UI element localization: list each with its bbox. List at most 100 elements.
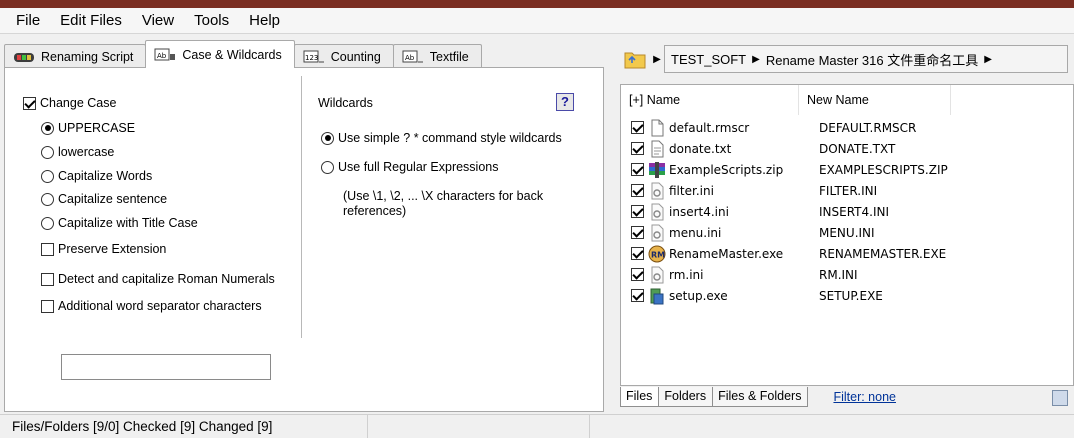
title-bar xyxy=(0,0,1074,8)
tab-folders[interactable]: Folders xyxy=(658,387,714,407)
roman-numerals-option[interactable]: Detect and capitalize Roman Numerals xyxy=(41,272,275,286)
column-name-header[interactable]: [+] Name xyxy=(621,85,799,115)
file-checkbox[interactable] xyxy=(631,142,644,155)
title-case-option[interactable]: Capitalize with Title Case xyxy=(41,216,198,230)
tab-case-wildcards[interactable]: Ab Case & Wildcards xyxy=(145,40,295,68)
file-row[interactable]: setup.exe SETUP.EXE xyxy=(621,285,1073,306)
change-case-checkbox[interactable] xyxy=(23,96,36,110)
file-name: menu.ini xyxy=(669,225,722,240)
status-text: Files/Folders [9/0] Checked [9] Changed … xyxy=(0,414,368,438)
tab-label: Case & Wildcards xyxy=(182,47,282,62)
lowercase-radio[interactable] xyxy=(41,145,54,159)
file-checkbox[interactable] xyxy=(631,289,644,302)
file-row[interactable]: ExampleScripts.zip EXAMPLESCRIPTS.ZIP xyxy=(621,159,1073,180)
textfile-icon: Ab xyxy=(402,50,424,64)
simple-wildcards-option[interactable]: Use simple ? * command style wildcards xyxy=(321,131,562,145)
simple-wildcards-radio[interactable] xyxy=(321,131,334,145)
regex-option[interactable]: Use full Regular Expressions xyxy=(321,160,499,174)
file-row[interactable]: filter.ini FILTER.INI xyxy=(621,180,1073,201)
tab-files-and-folders[interactable]: Files & Folders xyxy=(712,387,809,407)
simple-wildcards-label: Use simple ? * command style wildcards xyxy=(338,131,562,145)
preserve-extension-checkbox[interactable] xyxy=(41,242,54,256)
preserve-extension-label: Preserve Extension xyxy=(58,242,167,256)
file-name: rm.ini xyxy=(669,267,704,282)
file-row[interactable]: insert4.ini INSERT4.INI xyxy=(621,201,1073,222)
case-wildcards-panel: Change Case UPPERCASE lowercase Capitali… xyxy=(4,67,604,412)
menu-help[interactable]: Help xyxy=(239,9,290,33)
change-case-option[interactable]: Change Case xyxy=(23,96,116,110)
column-new-name-header[interactable]: New Name xyxy=(799,85,951,115)
file-checkbox[interactable] xyxy=(631,226,644,239)
list-header: [+] Name New Name xyxy=(621,85,1073,115)
file-checkbox[interactable] xyxy=(631,163,644,176)
file-name: setup.exe xyxy=(669,288,728,303)
file-row[interactable]: donate.txt DONATE.TXT xyxy=(621,138,1073,159)
capitalize-sentence-option[interactable]: Capitalize sentence xyxy=(41,192,167,206)
word-separator-label: Additional word separator characters xyxy=(58,299,262,313)
filter-link[interactable]: Filter: none xyxy=(833,390,896,404)
file-name: insert4.ini xyxy=(669,204,729,219)
word-separator-input[interactable] xyxy=(61,354,271,380)
tab-counting[interactable]: 123 Counting xyxy=(293,44,394,68)
menu-file[interactable]: File xyxy=(6,9,50,33)
file-new-name: RM.INI xyxy=(819,267,858,282)
folder-up-icon[interactable] xyxy=(620,46,650,72)
file-rows: default.rmscr DEFAULT.RMSCR donate.txt DONA… xyxy=(621,117,1073,306)
file-new-name: DEFAULT.RMSCR xyxy=(819,120,917,135)
capitalize-words-option[interactable]: Capitalize Words xyxy=(41,169,152,183)
uppercase-label: UPPERCASE xyxy=(58,121,136,135)
uppercase-radio[interactable] xyxy=(41,121,54,135)
tab-files[interactable]: Files xyxy=(620,387,660,407)
preserve-extension-option[interactable]: Preserve Extension xyxy=(41,242,166,256)
file-checkbox[interactable] xyxy=(631,205,644,218)
tab-label: Textfile xyxy=(429,49,469,64)
file-name: default.rmscr xyxy=(669,120,750,135)
address-arrow-icon[interactable]: ▶ xyxy=(650,54,664,65)
settings-file-icon xyxy=(648,182,666,200)
menu-edit-files[interactable]: Edit Files xyxy=(50,9,132,33)
file-name: donate.txt xyxy=(669,141,732,156)
file-row[interactable]: menu.ini MENU.INI xyxy=(621,222,1073,243)
tab-label: Counting xyxy=(330,49,381,64)
capitalize-sentence-radio[interactable] xyxy=(41,192,54,206)
menu-bar: File Edit Files View Tools Help xyxy=(0,8,1074,34)
help-button[interactable]: ? xyxy=(556,93,574,111)
uppercase-option[interactable]: UPPERCASE xyxy=(41,121,135,135)
address-bar[interactable]: TEST_SOFT ▶ Rename Master 316 文件重命名工具 ▶ xyxy=(664,45,1068,73)
breadcrumb-rename-master[interactable]: Rename Master 316 文件重命名工具 xyxy=(766,50,978,69)
file-checkbox[interactable] xyxy=(631,121,644,134)
title-case-radio[interactable] xyxy=(41,216,54,230)
breadcrumb-separator-icon[interactable]: ▶ xyxy=(752,54,760,65)
regex-radio[interactable] xyxy=(321,160,334,174)
filter-settings-icon[interactable] xyxy=(1052,390,1068,406)
menu-view[interactable]: View xyxy=(132,9,184,33)
file-new-name: INSERT4.INI xyxy=(819,204,890,219)
word-separator-option[interactable]: Additional word separator characters xyxy=(41,299,262,313)
menu-tools[interactable]: Tools xyxy=(184,9,239,33)
counting-icon: 123 xyxy=(303,50,325,64)
roman-numerals-checkbox[interactable] xyxy=(41,272,54,286)
backreference-note: (Use \1, \2, ... \X characters for back … xyxy=(343,189,544,218)
file-checkbox[interactable] xyxy=(631,247,644,260)
tab-renaming-script[interactable]: Renaming Script xyxy=(4,44,147,68)
capitalize-words-radio[interactable] xyxy=(41,169,54,183)
capitalize-sentence-label: Capitalize sentence xyxy=(58,192,168,206)
file-checkbox[interactable] xyxy=(631,268,644,281)
status-cell xyxy=(368,414,590,438)
app-icon: RM xyxy=(648,245,666,263)
tab-textfile[interactable]: Ab Textfile xyxy=(392,44,482,68)
breadcrumb-test-soft[interactable]: TEST_SOFT xyxy=(671,52,746,67)
address-area: ▶ TEST_SOFT ▶ Rename Master 316 文件重命名工具 … xyxy=(620,42,1068,76)
lowercase-label: lowercase xyxy=(58,145,115,159)
lowercase-option[interactable]: lowercase xyxy=(41,145,114,159)
file-row[interactable]: RM RenameMaster.exe RENAMEMASTER.EXE xyxy=(621,243,1073,264)
roman-numerals-label: Detect and capitalize Roman Numerals xyxy=(58,272,275,286)
breadcrumb-separator-icon[interactable]: ▶ xyxy=(984,54,992,65)
file-row[interactable]: default.rmscr DEFAULT.RMSCR xyxy=(621,117,1073,138)
file-checkbox[interactable] xyxy=(631,184,644,197)
file-row[interactable]: rm.ini RM.INI xyxy=(621,264,1073,285)
title-case-label: Capitalize with Title Case xyxy=(58,216,198,230)
archive-icon xyxy=(648,161,666,179)
file-new-name: MENU.INI xyxy=(819,225,875,240)
word-separator-checkbox[interactable] xyxy=(41,299,54,313)
